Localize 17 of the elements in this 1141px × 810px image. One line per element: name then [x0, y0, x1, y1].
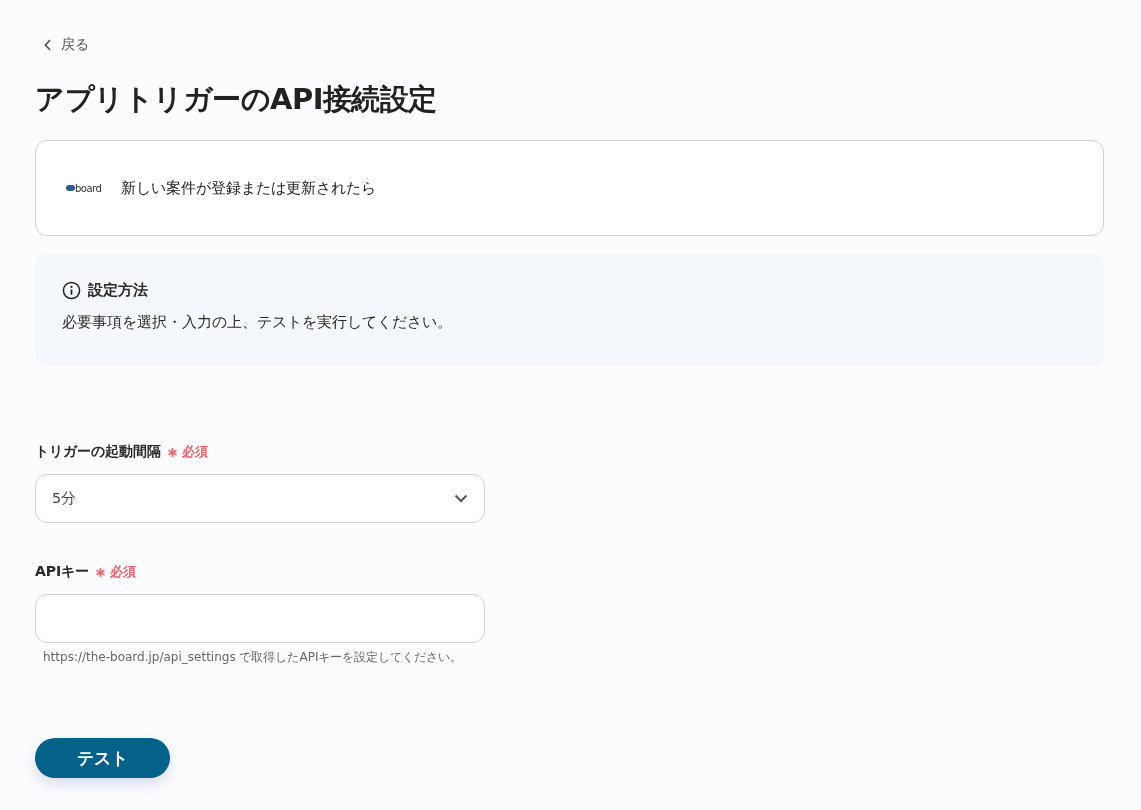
help-text: https://the-board.jp/api_settings で取得したAPIキーを設定してください。 [42, 649, 464, 666]
back-link[interactable]: 戻る [35, 36, 89, 54]
required-label: 必須 [182, 443, 208, 461]
trigger-description: 新しい案件が登録または更新されたら [121, 178, 377, 198]
info-heading: 設定方法 [88, 281, 148, 300]
page-title: アプリトリガーのAPI接続設定 [35, 81, 438, 118]
chevron-left-icon [44, 39, 52, 51]
info-icon [62, 281, 81, 300]
test-button[interactable]: テスト [35, 738, 170, 778]
interval-select[interactable]: 5分 [35, 474, 485, 523]
field-label: トリガーの起動間隔 [35, 443, 161, 461]
required-label: 必須 [110, 563, 137, 581]
board-logo: board [66, 182, 102, 194]
api-key-field[interactable] [35, 594, 485, 643]
field-label: APIキー [35, 563, 90, 581]
info-text: 必要事項を選択・入力の上、テストを実行してください。 [62, 313, 453, 332]
chevron-down-icon [454, 494, 468, 503]
